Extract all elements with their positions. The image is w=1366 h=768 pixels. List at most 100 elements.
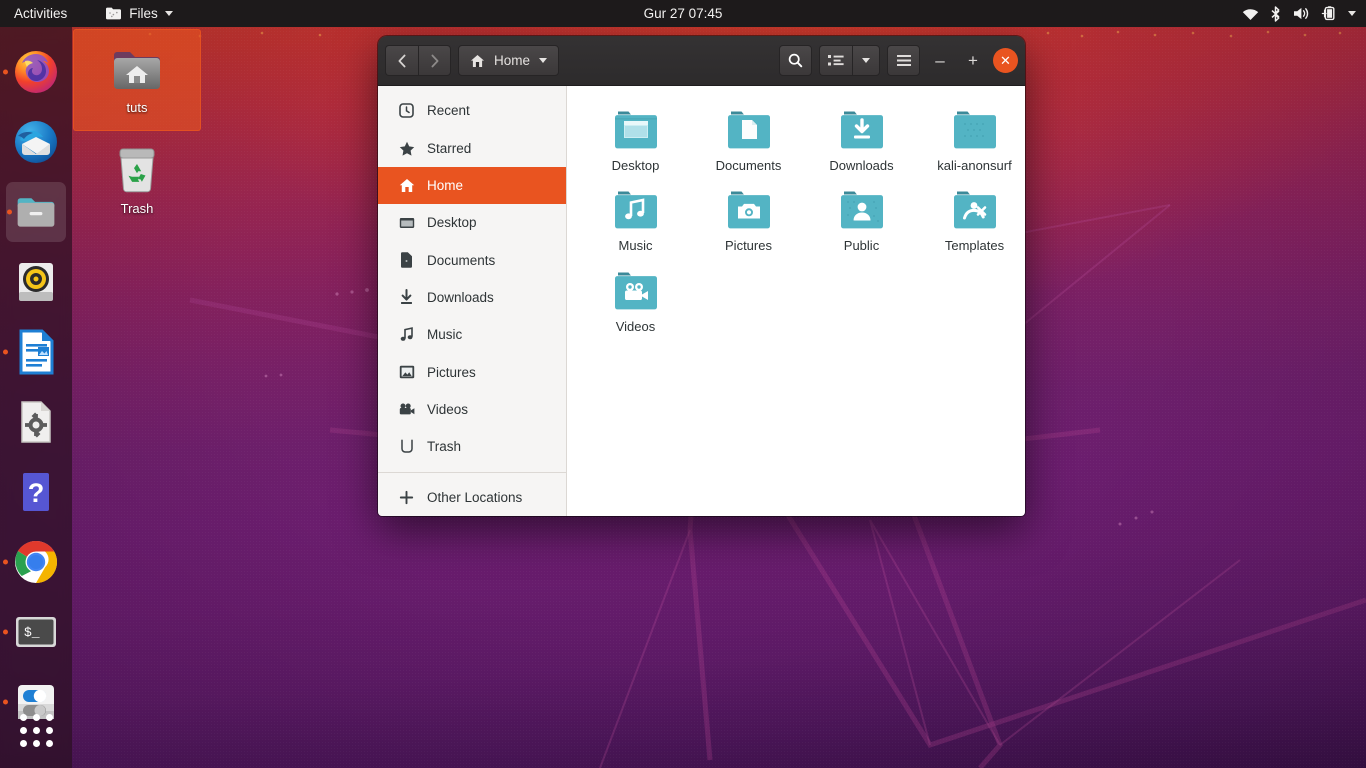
- sidebar-item-label: Pictures: [427, 364, 476, 380]
- file-item-desktop[interactable]: Desktop: [579, 100, 692, 180]
- sidebar-item-label: Starred: [427, 140, 472, 156]
- sidebar-item-starred[interactable]: Starred: [378, 129, 566, 166]
- clock-area: Gur 27 07:45: [0, 0, 1366, 27]
- activities-button[interactable]: Activities: [5, 0, 76, 27]
- file-item-templates[interactable]: Templates: [918, 180, 1025, 260]
- sidebar-item-label: Home: [427, 177, 464, 193]
- dock-item-thunderbird[interactable]: [2, 108, 70, 176]
- sidebar-item-videos[interactable]: Videos: [378, 391, 566, 428]
- folder-desktop-icon: [614, 111, 657, 149]
- folder-templates-icon: [953, 191, 996, 229]
- maximize-button[interactable]: +: [960, 48, 986, 74]
- dock-item-files[interactable]: [6, 182, 66, 242]
- back-button[interactable]: [385, 45, 418, 76]
- libreoffice-writer-icon: [19, 329, 54, 375]
- sidebar-item-trash[interactable]: Trash: [378, 428, 566, 465]
- dock-item-libreoffice-writer[interactable]: [2, 318, 70, 386]
- main-menu-button[interactable]: [887, 45, 920, 76]
- file-item-videos[interactable]: Videos: [579, 261, 692, 341]
- dock-item-firefox[interactable]: [2, 38, 70, 106]
- view-options-button[interactable]: [852, 45, 880, 76]
- file-item-label: Public: [843, 238, 880, 254]
- file-item-documents[interactable]: Documents: [692, 100, 805, 180]
- chevron-down-icon: [164, 11, 173, 16]
- dock-item-rhythmbox[interactable]: [2, 248, 70, 316]
- sidebar: Recent Starred Home Desktop Documents Do…: [378, 86, 567, 516]
- sidebar-item-desktop[interactable]: Desktop: [378, 204, 566, 241]
- file-item-music[interactable]: Music: [579, 180, 692, 260]
- file-list-area[interactable]: Desktop Documents Downloads kali-anonsur…: [567, 86, 1025, 516]
- dock-item-chrome[interactable]: [2, 528, 70, 596]
- show-applications-button[interactable]: [12, 706, 60, 754]
- sidebar-item-downloads[interactable]: Downloads: [378, 279, 566, 316]
- trash-icon: [398, 438, 415, 455]
- dock-item-terminal[interactable]: $_: [2, 598, 70, 666]
- file-item-label: Templates: [944, 238, 1005, 254]
- sidebar-item-documents[interactable]: Documents: [378, 241, 566, 278]
- window-body: Recent Starred Home Desktop Documents Do…: [378, 86, 1025, 516]
- search-icon: [788, 53, 803, 68]
- file-item-downloads[interactable]: Downloads: [805, 100, 918, 180]
- file-item-label: Music: [618, 238, 653, 254]
- clock-icon: [398, 102, 415, 119]
- file-item-kali-anonsurf[interactable]: kali-anonsurf: [918, 100, 1025, 180]
- desktop-icon-tuts[interactable]: tuts: [73, 29, 201, 131]
- close-button[interactable]: ✕: [993, 48, 1018, 73]
- sidebar-item-music[interactable]: Music: [378, 316, 566, 353]
- file-item-label: kali-anonsurf: [937, 158, 1012, 173]
- video-camera-icon: [398, 401, 415, 418]
- home-icon: [471, 54, 484, 67]
- rhythmbox-icon: [19, 263, 53, 301]
- system-tray[interactable]: [1242, 5, 1366, 22]
- file-item-label: Downloads: [829, 158, 894, 173]
- sidebar-item-label: Documents: [427, 252, 496, 268]
- file-item-pictures[interactable]: Pictures: [692, 180, 805, 260]
- svg-text:$_: $_: [24, 625, 40, 640]
- top-bar: Activities Files Gur 27 07:45: [0, 0, 1366, 27]
- app-menu-button[interactable]: Files: [96, 0, 182, 27]
- clock-label[interactable]: Gur 27 07:45: [636, 0, 731, 27]
- path-bar-home-button[interactable]: Home: [458, 45, 560, 76]
- chevron-left-icon: [398, 54, 405, 67]
- download-icon: [398, 289, 415, 306]
- sidebar-item-pictures[interactable]: Pictures: [378, 354, 566, 391]
- home-icon: [398, 177, 415, 194]
- sidebar-item-other-locations[interactable]: Other Locations: [378, 479, 566, 516]
- sidebar-item-home[interactable]: Home: [378, 166, 566, 205]
- folder-music-icon: [614, 191, 657, 229]
- dock-item-help[interactable]: ?: [2, 458, 70, 526]
- forward-button[interactable]: [418, 45, 451, 76]
- dock: ? $_: [0, 27, 72, 768]
- folder-documents-icon: [727, 111, 770, 149]
- sidebar-item-recent[interactable]: Recent: [378, 92, 566, 129]
- file-grid: Desktop Documents Downloads kali-anonsur…: [579, 100, 1015, 341]
- chevron-right-icon: [431, 54, 439, 67]
- document-icon: [398, 252, 415, 269]
- battery-charging-icon: [1321, 6, 1335, 21]
- trash-icon: [114, 145, 160, 196]
- desktop-icon-trash[interactable]: Trash: [73, 137, 201, 222]
- file-item-public[interactable]: Public: [805, 180, 918, 260]
- hamburger-menu-icon: [896, 55, 911, 66]
- dock-item-ubuntu-software[interactable]: [2, 388, 70, 456]
- files-window: Home – + ✕ Recent Starred Home Desktop D…: [378, 36, 1025, 516]
- list-view-icon: [828, 55, 844, 66]
- chrome-icon: [15, 540, 58, 583]
- desktop-icon: [398, 214, 415, 231]
- chevron-down-icon: [539, 58, 548, 63]
- search-button[interactable]: [779, 45, 812, 76]
- sidebar-item-label: Recent: [427, 103, 470, 119]
- minimize-button[interactable]: –: [927, 48, 953, 74]
- sidebar-item-label: Trash: [427, 439, 462, 455]
- sidebar-item-label: Desktop: [427, 215, 477, 231]
- file-item-label: Desktop: [611, 158, 660, 173]
- list-view-button[interactable]: [819, 45, 852, 76]
- star-icon: [398, 140, 415, 157]
- bluetooth-icon: [1271, 5, 1280, 22]
- plus-icon: [398, 489, 415, 506]
- volume-icon: [1294, 7, 1309, 20]
- folder-downloads-icon: [840, 111, 883, 149]
- sidebar-item-label: Videos: [427, 402, 469, 418]
- desktop-icon-label: tuts: [126, 99, 148, 115]
- help-icon: ?: [23, 473, 49, 511]
